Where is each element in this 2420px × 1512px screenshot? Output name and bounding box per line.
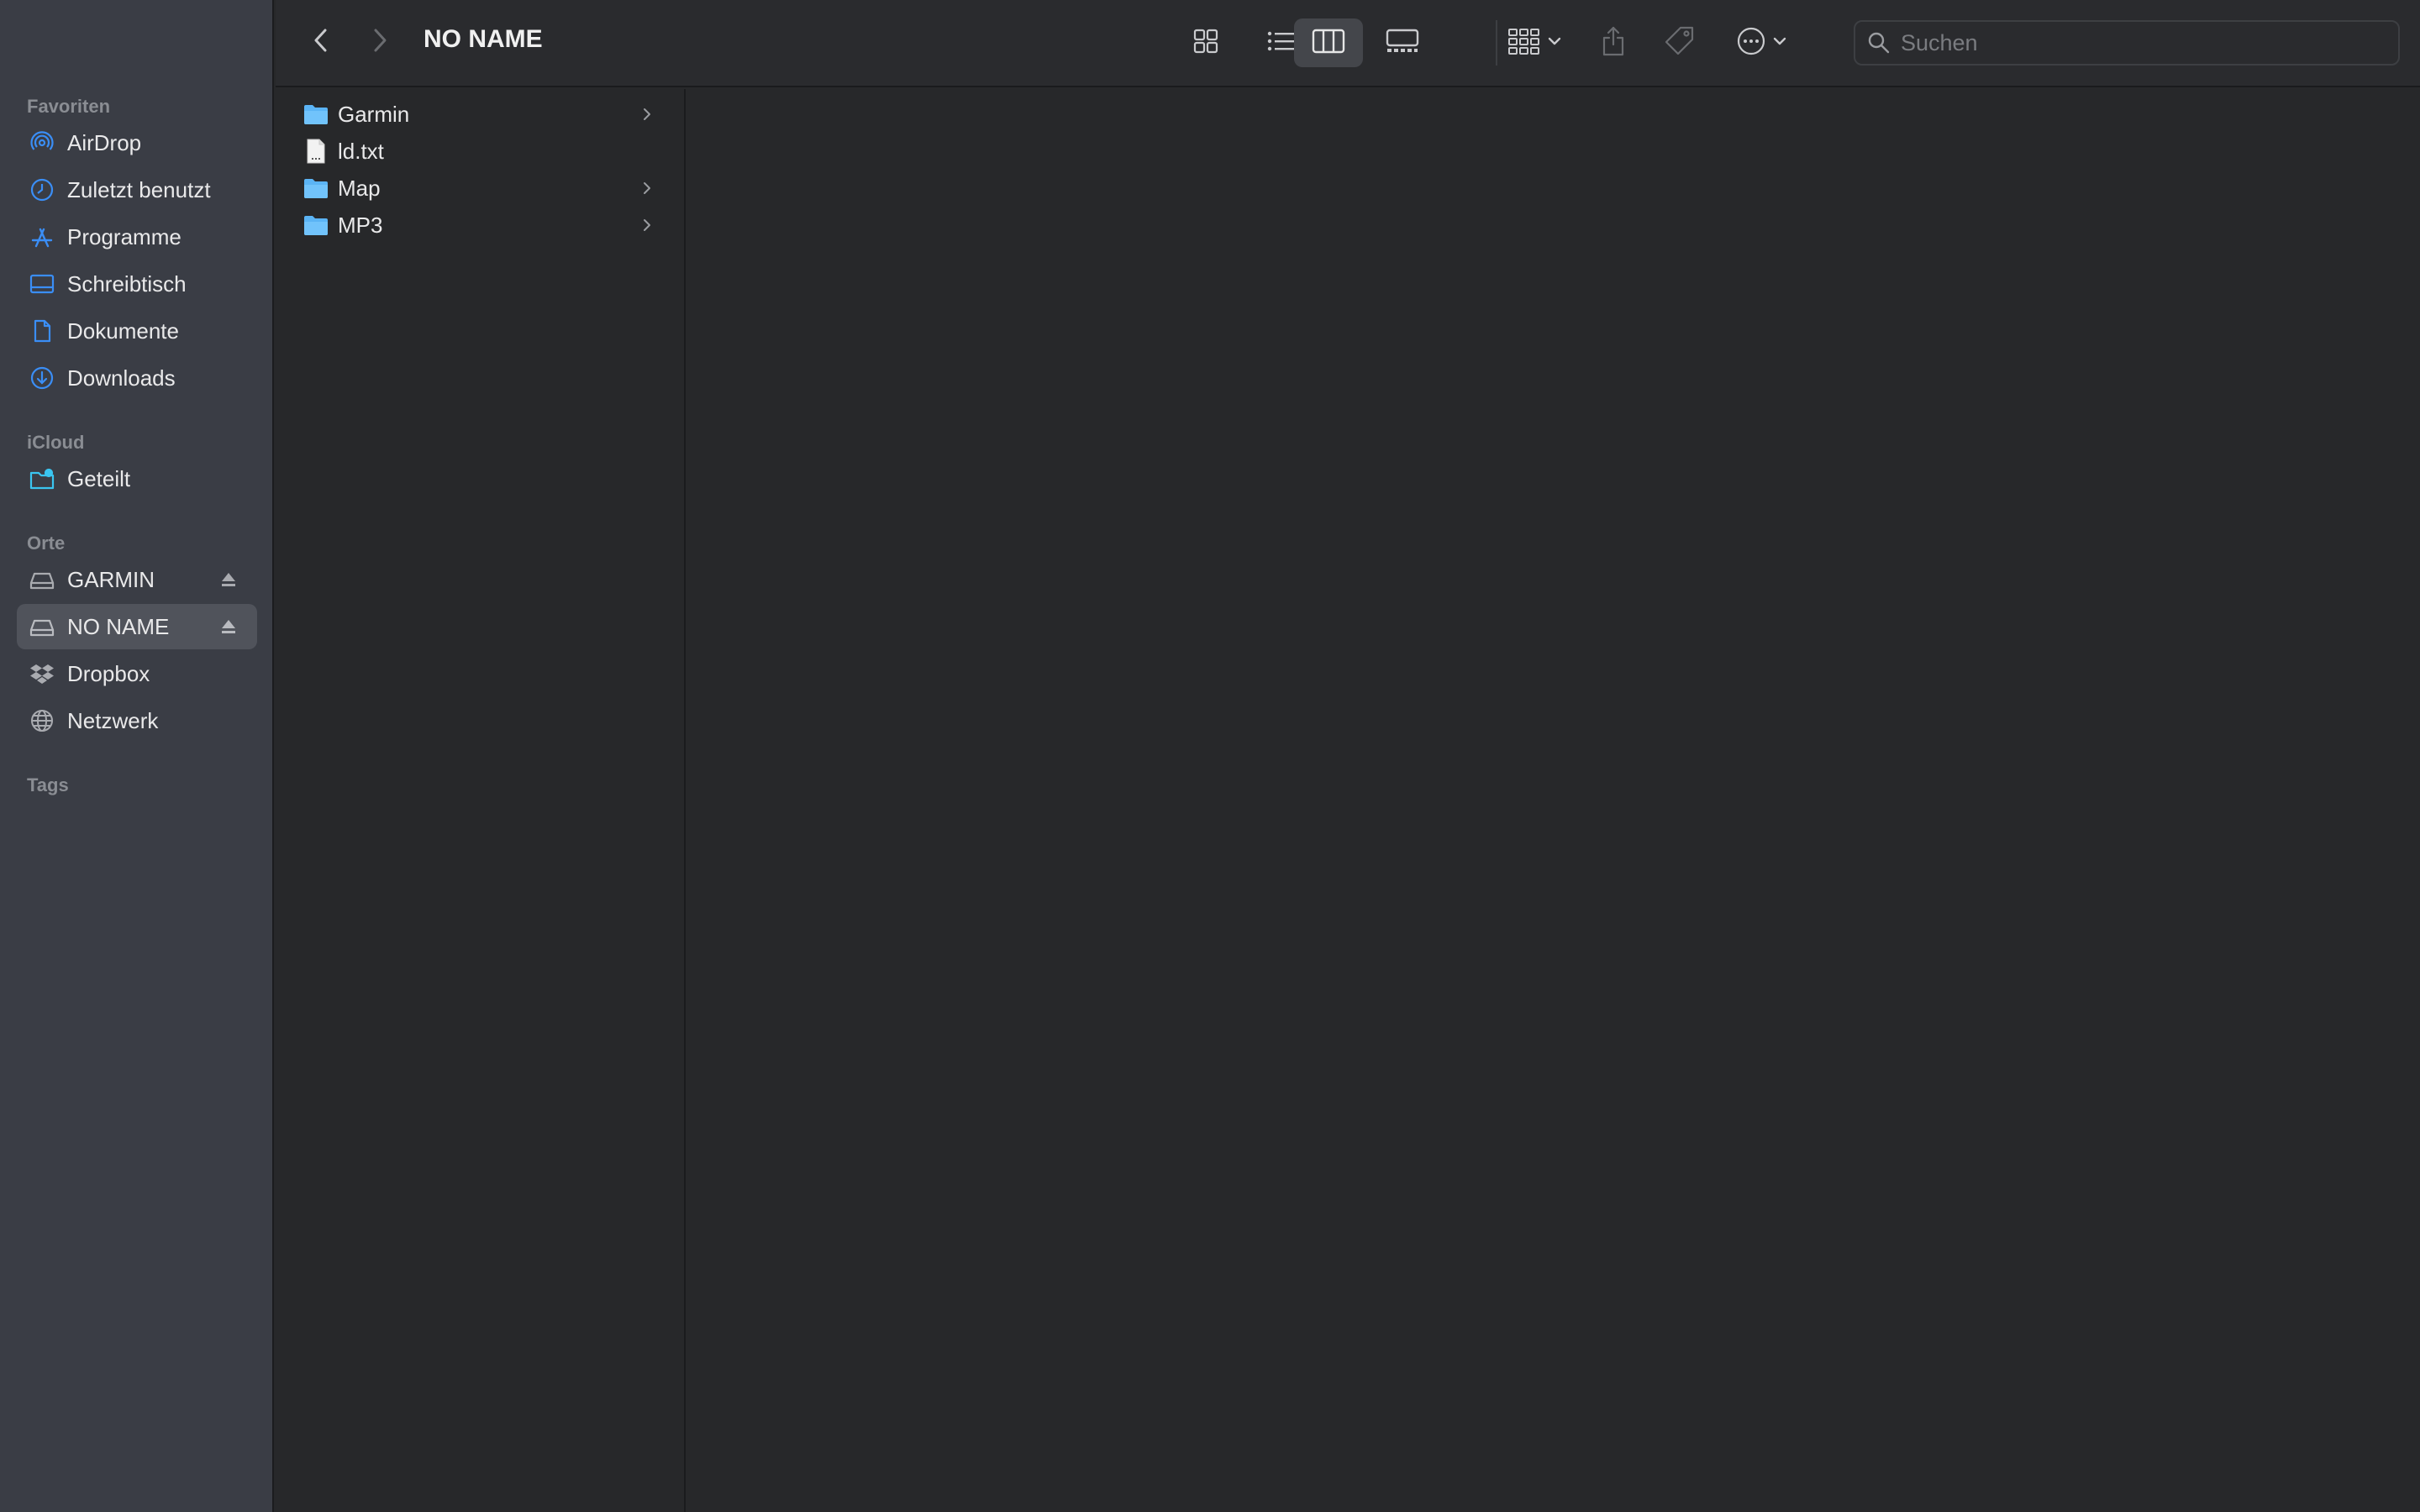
- sidebar-item-recents[interactable]: Zuletzt benutzt: [17, 167, 257, 213]
- chevron-down-icon: [1773, 35, 1786, 50]
- sidebar-item-documents[interactable]: Dokumente: [17, 308, 257, 354]
- columns-icon: [1312, 28, 1345, 59]
- view-icons-button[interactable]: [1168, 20, 1244, 66]
- chevron-right-icon: [639, 106, 655, 123]
- sidebar-item-network[interactable]: Netzwerk: [17, 698, 257, 743]
- document-icon: [27, 316, 57, 346]
- sidebar-item-label: Geteilt: [67, 465, 131, 491]
- sidebar-item-no-name[interactable]: NO NAME: [17, 604, 257, 649]
- window-title: NO NAME: [424, 25, 543, 53]
- sidebar-item-dropbox[interactable]: Dropbox: [17, 651, 257, 696]
- share-icon: [1601, 25, 1626, 61]
- sidebar-item-downloads[interactable]: Downloads: [17, 355, 257, 401]
- section-title-tags: Tags: [27, 774, 69, 795]
- folder-icon: [302, 175, 329, 202]
- section-title-favorites: Favoriten: [27, 96, 111, 117]
- desktop-icon: [27, 269, 57, 299]
- sidebar-item-label: Schreibtisch: [67, 270, 187, 297]
- sidebar-item-applications[interactable]: Programme: [17, 214, 257, 260]
- forward-button[interactable]: [363, 24, 397, 60]
- share-button[interactable]: [1588, 20, 1639, 66]
- drive-icon: [27, 564, 57, 595]
- sidebar-item-label: Dropbox: [67, 660, 150, 686]
- more-actions-button[interactable]: [1721, 20, 1802, 66]
- sidebar-item-label: Programme: [67, 223, 182, 249]
- clock-icon: [27, 175, 57, 205]
- view-columns-button[interactable]: [1294, 18, 1363, 67]
- download-icon: [27, 363, 57, 393]
- eject-icon[interactable]: [218, 570, 239, 590]
- sidebar-item-label: Netzwerk: [67, 707, 159, 733]
- file-name: Map: [338, 175, 381, 201]
- chevron-right-icon: [371, 27, 389, 58]
- drive-icon: [27, 612, 57, 642]
- file-row-ld-txt[interactable]: ld.txt: [284, 133, 676, 170]
- sidebar-item-desktop[interactable]: Schreibtisch: [17, 261, 257, 307]
- column-root: Garmin ld.txt Map MP3: [276, 89, 686, 1512]
- chevron-left-icon: [312, 27, 330, 58]
- chevron-down-icon: [1548, 35, 1561, 50]
- gallery-icon: [1386, 28, 1419, 59]
- view-gallery-button[interactable]: [1366, 20, 1439, 66]
- sidebar-item-label: AirDrop: [67, 129, 142, 155]
- grid-icon: [1192, 28, 1219, 59]
- folder-icon: [302, 212, 329, 239]
- sidebar-item-label: Zuletzt benutzt: [67, 176, 211, 202]
- sidebar: Favoriten AirDrop Zuletzt benutzt Progra…: [0, 0, 274, 1512]
- list-icon: [1266, 29, 1297, 58]
- tag-button[interactable]: [1655, 20, 1706, 66]
- search-input[interactable]: [1899, 29, 2373, 57]
- folder-icon: [302, 101, 329, 128]
- sidebar-item-garmin[interactable]: GARMIN: [17, 557, 257, 602]
- section-title-locations: Orte: [27, 533, 66, 554]
- dropbox-icon: [27, 659, 57, 689]
- network-icon: [27, 706, 57, 736]
- file-row-mp3[interactable]: MP3: [284, 207, 676, 244]
- text-file-icon: [302, 138, 329, 165]
- group-button[interactable]: [1494, 20, 1575, 66]
- sidebar-item-shared[interactable]: Geteilt: [17, 456, 257, 501]
- apps-icon: [27, 222, 57, 252]
- chevron-right-icon: [639, 217, 655, 234]
- sidebar-item-label: Downloads: [67, 365, 176, 391]
- section-title-icloud: iCloud: [27, 432, 85, 453]
- toolbar: NO NAME: [276, 0, 2420, 87]
- sidebar-item-label: NO NAME: [67, 613, 170, 639]
- search-field[interactable]: [1854, 20, 2400, 66]
- file-row-map[interactable]: Map: [284, 170, 676, 207]
- sidebar-item-airdrop[interactable]: AirDrop: [17, 120, 257, 165]
- sidebar-item-label: Dokumente: [67, 318, 179, 344]
- ellipsis-circle-icon: [1736, 26, 1766, 60]
- tag-icon: [1664, 24, 1697, 62]
- group-grid-icon: [1507, 27, 1541, 60]
- file-name: MP3: [338, 212, 383, 238]
- file-name: ld.txt: [338, 138, 384, 164]
- search-icon: [1867, 31, 1891, 55]
- eject-icon[interactable]: [218, 617, 239, 637]
- airdrop-icon: [27, 128, 57, 158]
- file-row-garmin[interactable]: Garmin: [284, 96, 676, 133]
- column-empty: [687, 89, 2420, 1512]
- sidebar-item-label: GARMIN: [67, 566, 155, 592]
- shared-folder-icon: [27, 464, 57, 494]
- chevron-right-icon: [639, 180, 655, 197]
- back-button[interactable]: [304, 24, 338, 60]
- file-name: Garmin: [338, 101, 410, 127]
